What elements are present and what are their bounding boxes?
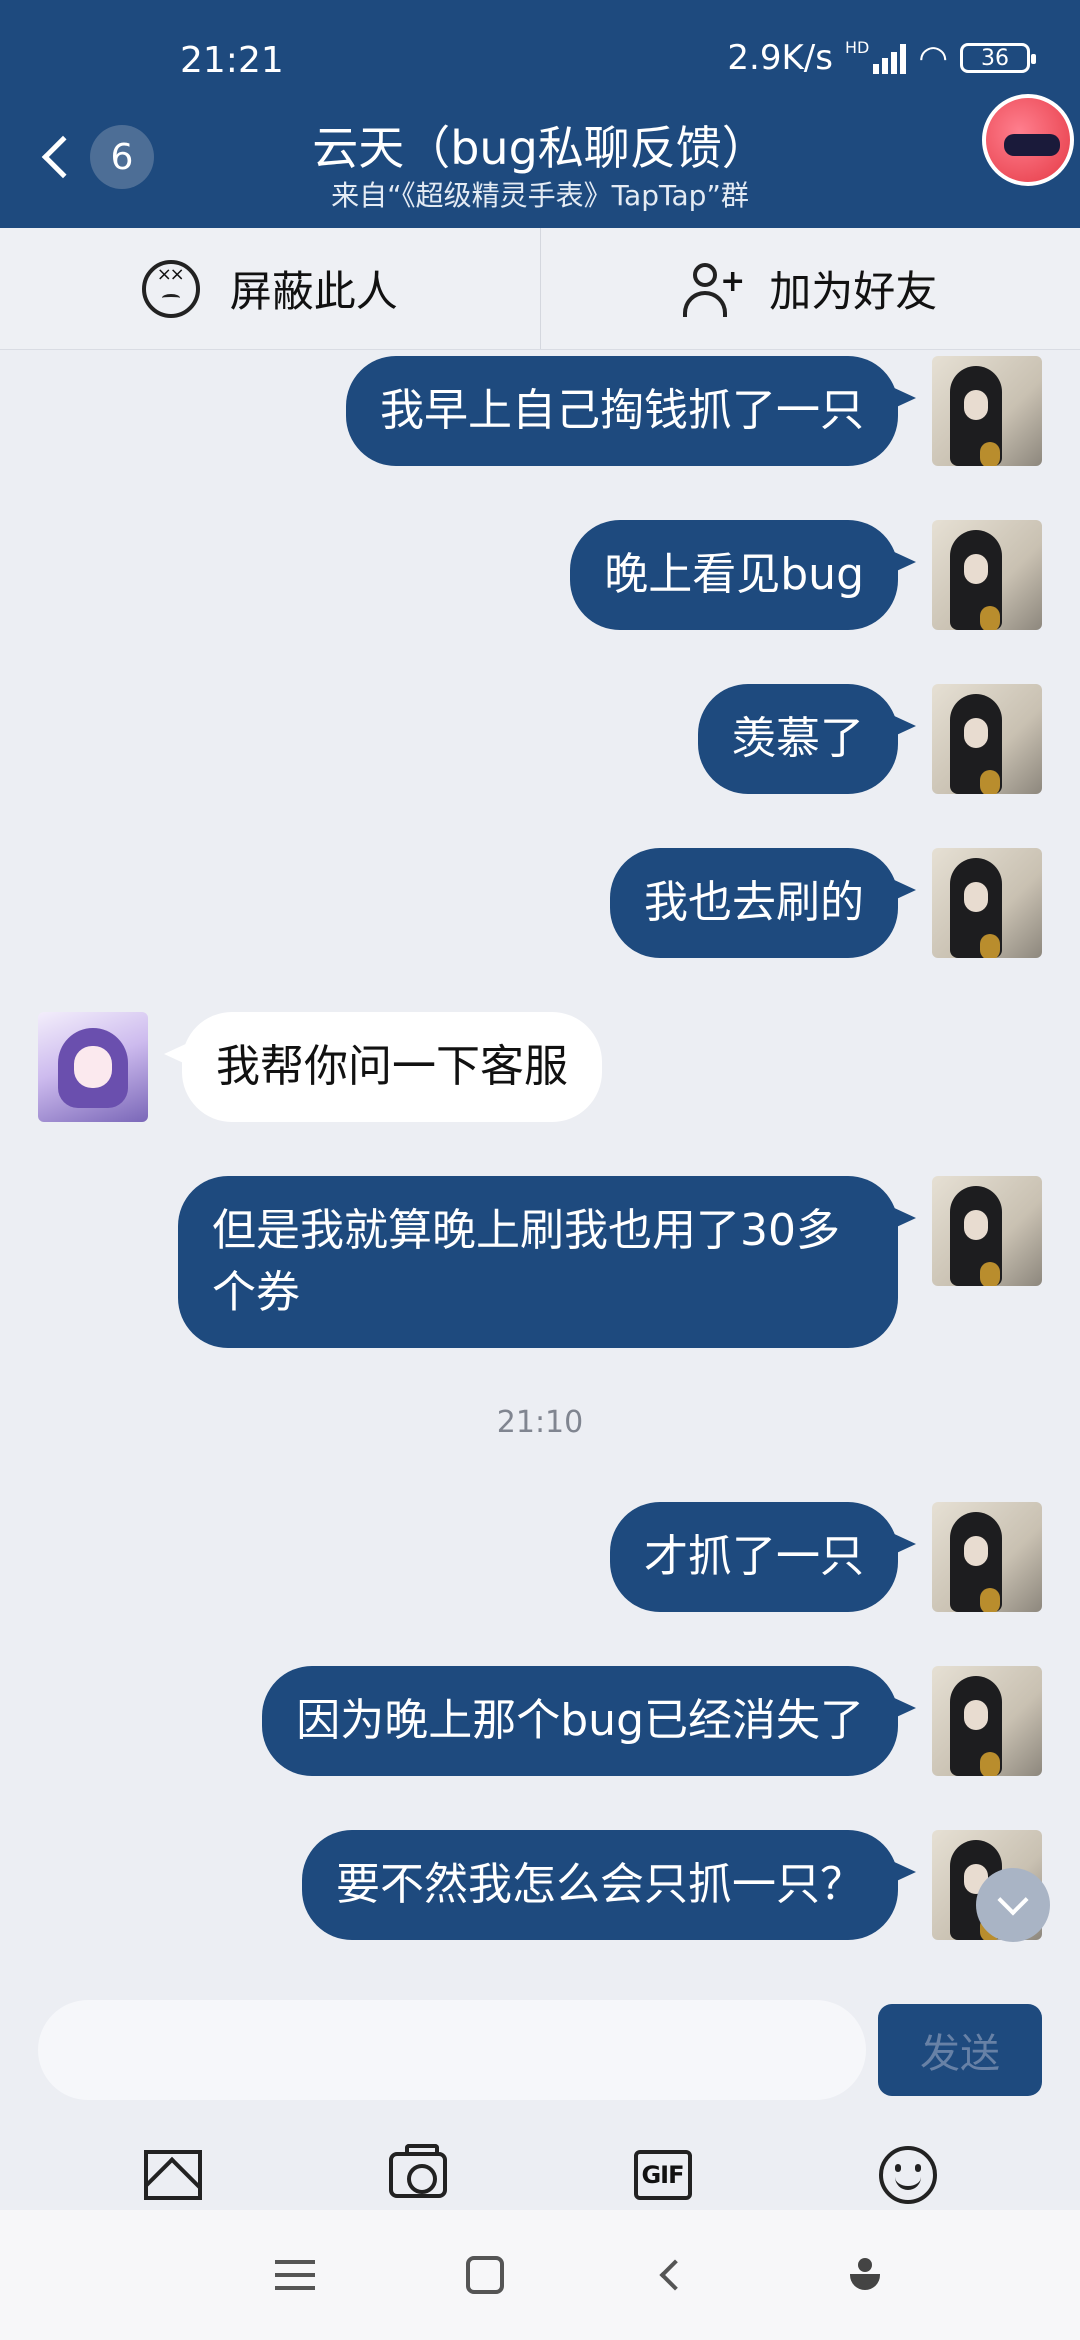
block-user-button[interactable]: 屏蔽此人	[0, 228, 540, 349]
gif-button[interactable]: GIF	[608, 2135, 718, 2215]
network-type: HD	[844, 38, 870, 57]
group-avatar[interactable]	[982, 94, 1074, 186]
nav-back-button[interactable]	[635, 2235, 715, 2315]
my-avatar[interactable]	[932, 684, 1042, 794]
action-bar: 屏蔽此人 + 加为好友	[0, 228, 1080, 350]
battery-icon: 36	[960, 43, 1036, 73]
message-bubble[interactable]: 羡慕了	[698, 684, 916, 794]
image-icon	[143, 2150, 202, 2200]
my-avatar[interactable]	[932, 520, 1042, 630]
message-bubble[interactable]: 晚上看见bug	[570, 520, 916, 630]
message-bubble[interactable]: 我早上自己掏钱抓了一只	[346, 356, 916, 466]
message-outgoing: 才抓了一只	[610, 1502, 1042, 1612]
wifi-icon: ◠	[918, 38, 948, 78]
back-icon	[659, 2259, 691, 2291]
network-speed: 2.9K/s	[727, 38, 833, 78]
menu-icon	[275, 2260, 315, 2290]
nav-menu-button[interactable]	[255, 2235, 335, 2315]
message-bubble[interactable]: 我帮你问一下客服	[164, 1012, 602, 1122]
message-outgoing: 要不然我怎么会只抓一只？	[302, 1830, 1042, 1940]
image-button[interactable]	[118, 2135, 228, 2215]
my-avatar[interactable]	[932, 1502, 1042, 1612]
block-face-icon	[141, 259, 200, 318]
emoji-icon	[878, 2146, 937, 2204]
message-outgoing: 我早上自己掏钱抓了一只	[346, 356, 1042, 466]
gif-icon: GIF	[633, 2150, 692, 2200]
battery-level: 36	[981, 45, 1009, 71]
composer: 发送	[0, 1984, 1080, 2120]
my-avatar[interactable]	[932, 356, 1042, 466]
block-user-label: 屏蔽此人	[229, 267, 398, 316]
nav-assistant-button[interactable]	[825, 2235, 905, 2315]
message-bubble[interactable]: 才抓了一只	[610, 1502, 916, 1612]
send-button[interactable]: 发送	[878, 2004, 1042, 2096]
scroll-to-bottom-button[interactable]	[976, 1868, 1050, 1942]
my-avatar[interactable]	[932, 848, 1042, 958]
message-outgoing: 我也去刷的	[610, 848, 1042, 958]
message-input[interactable]	[38, 2000, 866, 2100]
emoji-button[interactable]	[853, 2135, 963, 2215]
add-friend-button[interactable]: + 加为好友	[539, 228, 1080, 349]
signal-icon	[873, 42, 907, 74]
message-bubble[interactable]: 但是我就算晚上刷我也用了30多个券	[178, 1176, 916, 1348]
status-indicators: 2.9K/s HD ◠ 36	[727, 38, 1036, 78]
status-time: 21:21	[180, 40, 284, 81]
message-bubble[interactable]: 我也去刷的	[610, 848, 916, 958]
message-incoming: 我帮你问一下客服	[38, 1012, 602, 1122]
add-user-icon: +	[683, 261, 745, 317]
message-bubble[interactable]: 因为晚上那个bug已经消失了	[262, 1666, 916, 1776]
time-separator: 21:10	[496, 1405, 584, 1440]
message-outgoing: 羡慕了	[698, 684, 1042, 794]
chevron-down-icon	[997, 1884, 1029, 1916]
contact-avatar[interactable]	[38, 1012, 148, 1122]
message-bubble[interactable]: 要不然我怎么会只抓一只？	[302, 1830, 916, 1940]
add-friend-label: 加为好友	[769, 267, 938, 316]
message-outgoing: 因为晚上那个bug已经消失了	[262, 1666, 1042, 1776]
my-avatar[interactable]	[932, 1666, 1042, 1776]
chat-subtitle: 来自“《超级精灵手表》TapTap”群	[331, 179, 749, 212]
system-nav-bar	[0, 2210, 1080, 2340]
camera-icon	[388, 2144, 447, 2198]
nav-home-button[interactable]	[445, 2235, 525, 2315]
chat-header: 21:21 2.9K/s HD ◠ 36 6 云天（bug私聊反馈） 来自“《超…	[0, 0, 1080, 228]
my-avatar[interactable]	[932, 1176, 1042, 1286]
message-outgoing: 但是我就算晚上刷我也用了30多个券	[178, 1176, 1042, 1348]
home-icon	[466, 2256, 504, 2294]
assistant-icon	[848, 2258, 882, 2292]
message-outgoing: 晚上看见bug	[570, 520, 1042, 630]
camera-button[interactable]	[363, 2135, 473, 2215]
chat-title: 云天（bug私聊反馈）	[312, 121, 768, 175]
